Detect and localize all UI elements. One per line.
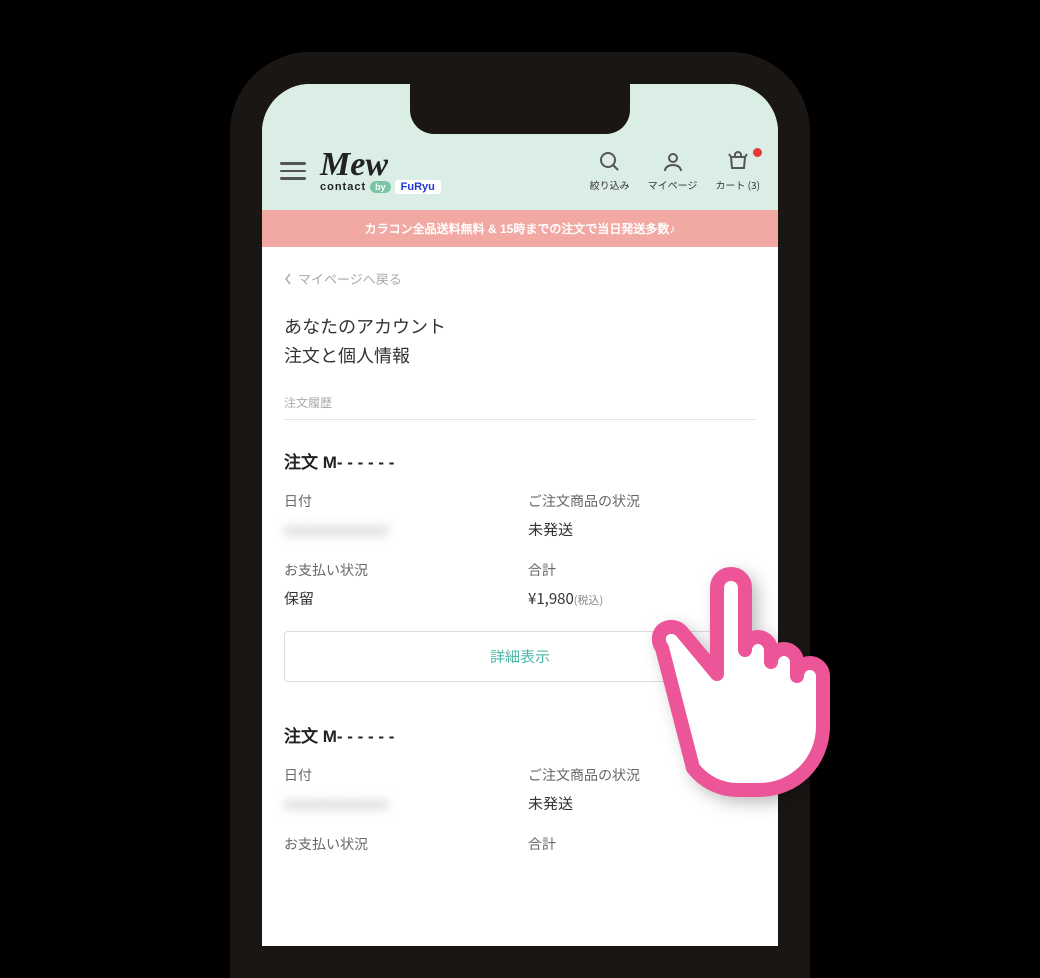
date-label: 日付 <box>284 765 512 785</box>
logo-by-badge: by <box>370 181 391 193</box>
phone-frame: Mew contact by FuRyu 絞り込み マイページ カート (3) … <box>230 52 810 978</box>
status-label: ご注文商品の状況 <box>528 491 756 511</box>
search-label: 絞り込み <box>590 177 630 192</box>
logo-furyu-badge: FuRyu <box>395 180 441 194</box>
phone-notch <box>410 84 630 134</box>
cart-button[interactable]: カート (3) <box>715 150 760 192</box>
date-value: xxxxxxxxxxxxxx <box>284 519 512 540</box>
page-title-line1: あなたのアカウント <box>284 312 756 341</box>
page-title: あなたのアカウント 注文と個人情報 <box>284 312 756 370</box>
search-icon <box>598 150 622 174</box>
chevron-left-icon <box>284 273 292 285</box>
search-button[interactable]: 絞り込み <box>590 150 630 192</box>
phone-screen: Mew contact by FuRyu 絞り込み マイページ カート (3) … <box>262 84 778 946</box>
payment-label: お支払い状況 <box>284 560 512 580</box>
mypage-button[interactable]: マイページ <box>648 150 698 192</box>
cart-icon <box>726 150 750 174</box>
status-value: 未発送 <box>528 519 756 540</box>
promo-banner: カラコン全品送料無料 & 15時までの注文で当日発送多数♪ <box>262 210 778 247</box>
logo-main: Mew <box>320 148 576 182</box>
mypage-label: マイページ <box>648 177 698 192</box>
total-label: 合計 <box>528 834 756 854</box>
cart-label: カート (3) <box>715 177 760 192</box>
back-label: マイページへ戻る <box>298 269 402 288</box>
brand-logo[interactable]: Mew contact by FuRyu <box>320 148 576 194</box>
hamburger-menu-icon[interactable] <box>280 158 306 184</box>
pointer-hand-icon <box>610 560 870 815</box>
order-id: 注文 M- - - - - - <box>284 448 756 473</box>
section-order-history: 注文履歴 <box>284 394 756 420</box>
date-value: xxxxxxxxxxxxxx <box>284 793 512 814</box>
date-label: 日付 <box>284 491 512 511</box>
logo-subtext: contact <box>320 181 366 193</box>
user-icon <box>661 150 685 174</box>
back-to-mypage-link[interactable]: マイページへ戻る <box>284 269 756 288</box>
payment-label: お支払い状況 <box>284 834 512 854</box>
payment-value: 保留 <box>284 588 512 609</box>
cart-badge-dot <box>753 148 762 157</box>
page-title-line2: 注文と個人情報 <box>284 341 756 370</box>
